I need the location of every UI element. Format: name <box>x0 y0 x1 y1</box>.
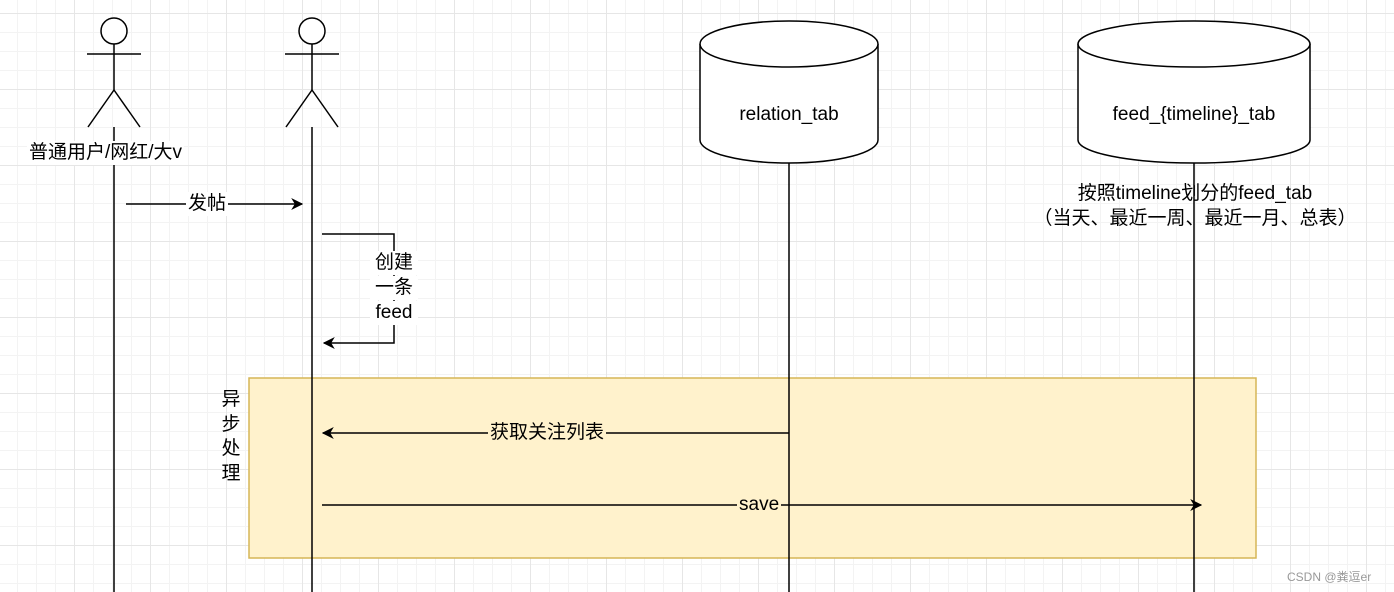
feed-note-line1: 按照timeline划分的feed_tab <box>1077 183 1313 204</box>
user-actor-icon[interactable] <box>87 17 141 128</box>
post-message-label: 发帖 <box>186 192 229 216</box>
csdn-watermark: CSDN @粪逗er <box>1287 570 1372 584</box>
create-feed-label-line1: 创建 <box>370 251 418 275</box>
user-actor-label: 普通用户/网红/大v <box>27 141 185 165</box>
relation-db-cylinder-icon[interactable] <box>699 20 879 164</box>
async-group-box[interactable] <box>248 377 1257 559</box>
get-follow-list-label: 获取关注列表 <box>488 421 607 445</box>
feed-db-label: feed_{timeline}_tab <box>1112 104 1276 125</box>
relation-db-label: relation_tab <box>739 104 839 125</box>
feed-db-cylinder-icon[interactable] <box>1077 20 1311 164</box>
sequence-diagram-canvas <box>87 17 1311 592</box>
create-feed-label-line3: feed <box>370 301 418 325</box>
system-actor-icon[interactable] <box>285 17 339 128</box>
async-group-label: 异步处理 <box>221 389 241 485</box>
create-feed-label-line2: 一条 <box>370 276 418 300</box>
feed-note-line2: （当天、最近一周、最近一月、总表） <box>1033 208 1357 229</box>
save-message-label: save <box>737 493 782 517</box>
